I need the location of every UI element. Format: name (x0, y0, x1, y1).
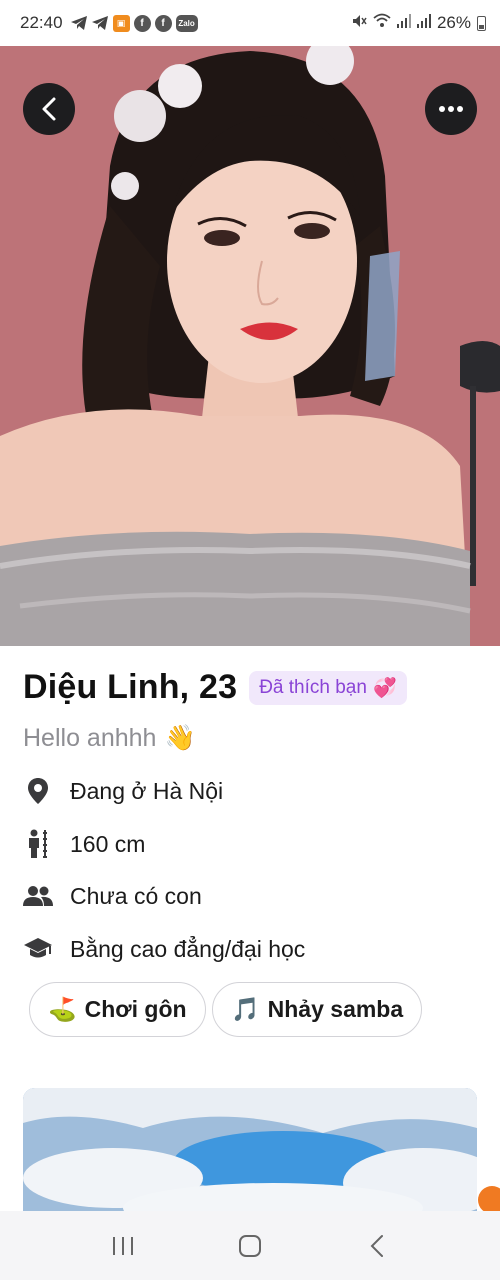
system-nav-bar (0, 1211, 500, 1280)
detail-location: Đang ở Hà Nội (23, 776, 223, 806)
location-pin-icon (23, 776, 53, 806)
profile-photo-illustration (0, 46, 500, 646)
facebook-icon: f (133, 14, 151, 32)
mute-icon (351, 13, 367, 34)
detail-children: Chưa có con (23, 881, 202, 911)
profile-bio: Hello anhhh 👋 (23, 724, 196, 753)
hearts-emoji: 💞 (372, 677, 397, 699)
detail-location-text: Đang ở Hà Nội (70, 777, 224, 804)
notification-icons: ▣ f f Zalo (71, 14, 198, 32)
sky-clouds-illustration (23, 1088, 477, 1218)
back-icon (370, 1234, 383, 1257)
wifi-icon (373, 13, 391, 33)
back-button[interactable] (23, 83, 75, 135)
detail-height-text: 160 cm (70, 830, 146, 857)
shop-icon: ▣ (112, 14, 130, 32)
floating-action-dot[interactable] (478, 1186, 500, 1214)
more-dots-icon (439, 106, 463, 112)
people-icon (23, 881, 53, 911)
signal-icon (416, 13, 431, 33)
screen: 22:40 ▣ f f Zalo 26% Diệu Linh, 23 Đã th… (0, 0, 500, 1280)
liked-badge-label: Đã thích bạn (259, 676, 367, 698)
bio-text: Hello anhhh (23, 724, 157, 752)
zalo-icon: Zalo (175, 14, 198, 32)
interest-label: Nhảy samba (267, 996, 404, 1022)
profile-photo[interactable] (0, 46, 500, 646)
status-bar: 22:40 ▣ f f Zalo 26% (0, 0, 500, 46)
height-icon (23, 829, 53, 859)
status-time: 22:40 (20, 13, 63, 32)
telegram-icon (71, 15, 88, 32)
name-row: Diệu Linh, 23 Đã thích bạn 💞 (23, 668, 407, 707)
interest-label: Chơi gôn (84, 996, 187, 1022)
more-options-button[interactable] (425, 83, 477, 135)
home-icon (238, 1234, 261, 1257)
detail-height: 160 cm (23, 829, 145, 859)
detail-education-text: Bằng cao đẳng/đại học (70, 935, 306, 962)
detail-children-text: Chưa có con (70, 882, 202, 909)
interest-chip-samba[interactable]: 🎵 Nhảy samba (212, 982, 423, 1037)
detail-education: Bằng cao đẳng/đại học (23, 934, 305, 964)
waving-hand-emoji: 👋 (164, 724, 196, 752)
recent-apps-button[interactable] (103, 1226, 143, 1266)
nav-back-button[interactable] (357, 1226, 397, 1266)
golf-flag-emoji: ⛳ (48, 996, 77, 1022)
music-note-emoji: 🎵 (231, 996, 260, 1022)
profile-name-age: Diệu Linh, 23 (23, 668, 238, 706)
signal-icon (396, 13, 411, 33)
interest-chip-golf[interactable]: ⛳ Chơi gôn (29, 982, 206, 1037)
battery-icon (477, 15, 486, 31)
recent-apps-icon (113, 1236, 134, 1255)
facebook-icon: f (154, 14, 172, 32)
battery-percent: 26% (436, 13, 471, 32)
chevron-left-icon (42, 97, 56, 121)
liked-you-badge: Đã thích bạn 💞 (249, 670, 407, 705)
status-right: 26% (351, 13, 486, 34)
second-profile-photo[interactable] (23, 1088, 477, 1218)
telegram-icon (92, 15, 109, 32)
home-button[interactable] (230, 1226, 270, 1266)
graduation-cap-icon (23, 934, 53, 964)
